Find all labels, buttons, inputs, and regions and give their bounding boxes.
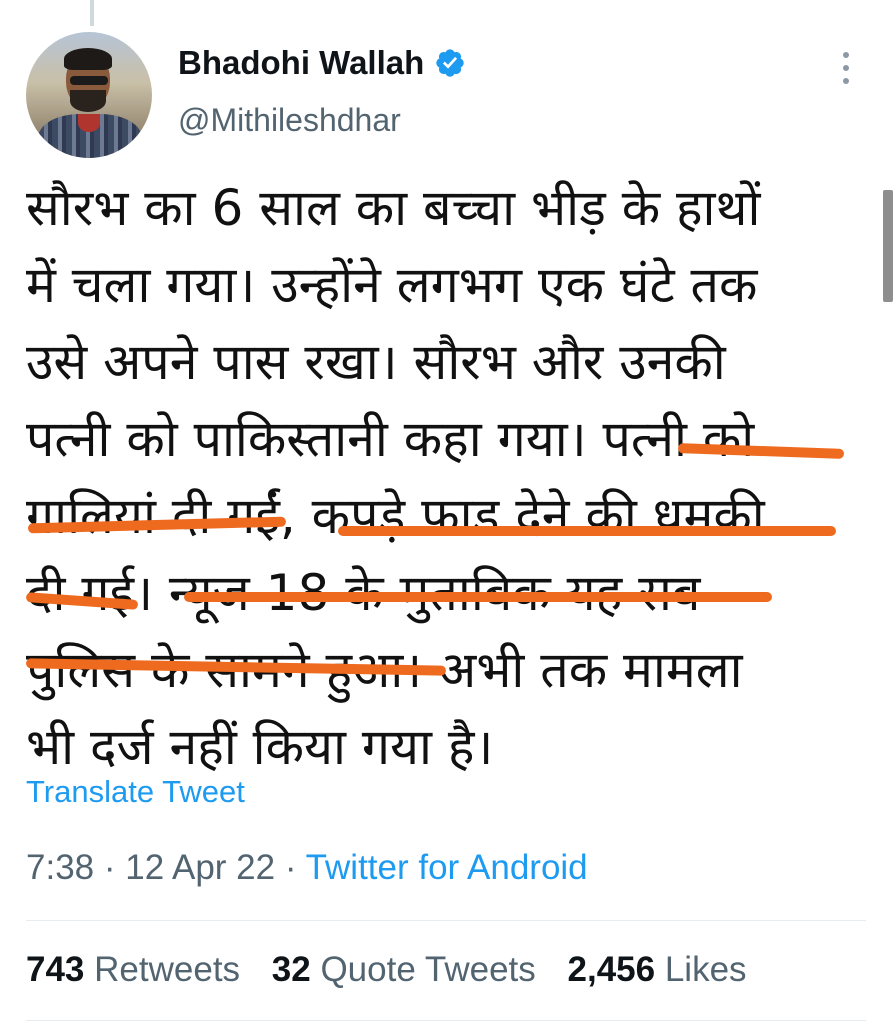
tweet-time[interactable]: 7:38 xyxy=(26,848,94,887)
likes-stat[interactable]: 2,456 Likes xyxy=(568,950,747,989)
tweet-line: उसे अपने पास रखा। सौरभ और उनकी xyxy=(26,333,726,391)
highlight-underline xyxy=(184,592,772,602)
tweet-line: गालियां दी गईं, कपड़े फाड देने की धमकी xyxy=(26,487,765,545)
more-options-icon[interactable] xyxy=(834,52,858,84)
engagement-stats: 743 Retweets 32 Quote Tweets 2,456 Likes xyxy=(26,950,769,990)
author-display-name[interactable]: Bhadohi Wallah xyxy=(178,44,424,82)
verified-badge-icon xyxy=(436,49,464,77)
highlight-underline xyxy=(338,526,836,536)
author-name-row: Bhadohi Wallah xyxy=(178,44,466,82)
tweet-meta: 7:38 · 12 Apr 22 · Twitter for Android xyxy=(26,848,588,887)
tweet-date[interactable]: 12 Apr 22 xyxy=(125,848,275,887)
divider xyxy=(26,920,866,921)
tweet-text: सौरभ का 6 साल का बच्चा भीड़ के हाथों में… xyxy=(25,170,876,786)
quote-tweets-stat[interactable]: 32 Quote Tweets xyxy=(272,950,536,989)
retweets-stat[interactable]: 743 Retweets xyxy=(26,950,240,989)
scrollbar[interactable] xyxy=(883,190,893,302)
avatar[interactable] xyxy=(26,32,152,158)
tweet-line: में चला गया। उन्होंने लगभग एक घंटे तक xyxy=(26,256,758,314)
translate-tweet-link[interactable]: Translate Tweet xyxy=(26,774,245,810)
tweet-line: सौरभ का 6 साल का बच्चा भीड़ के हाथों xyxy=(26,179,761,237)
tweet-line: पत्नी को पाकिस्तानी कहा गया। पत्नी को xyxy=(26,410,755,468)
thread-connector-line xyxy=(90,0,94,26)
author-handle[interactable]: @Mithileshdhar xyxy=(178,102,401,139)
tweet-source-link[interactable]: Twitter for Android xyxy=(306,848,588,887)
divider xyxy=(26,1020,866,1021)
